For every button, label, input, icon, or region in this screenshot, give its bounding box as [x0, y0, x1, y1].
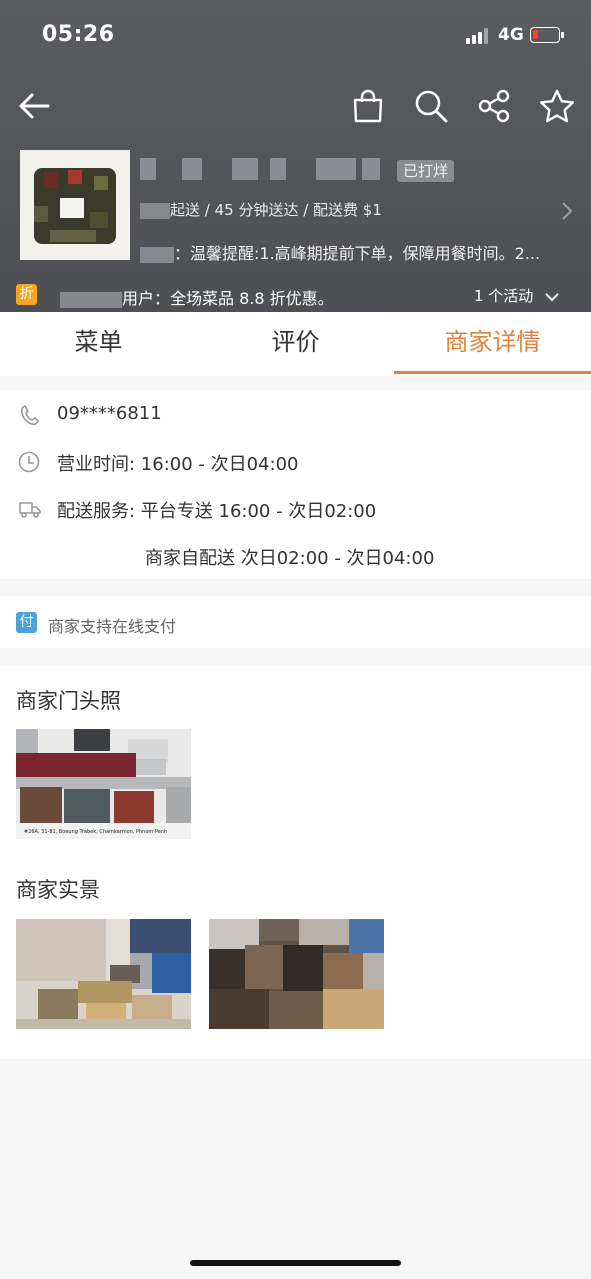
back-arrow-icon[interactable] [14, 86, 54, 126]
shop-notice[interactable]: ：温馨提醒:1.高峰期提前下单，保障用餐时间。2... [140, 240, 580, 264]
storefront-caption: #26A, 31-81, Boeung Trabek, Chamkarmon, … [24, 829, 168, 835]
tab-bar: 菜单 评价 商家详情 [0, 312, 591, 376]
star-icon[interactable] [537, 86, 577, 126]
status-time: 05:26 [42, 22, 115, 47]
shop-header: 05:26 4G 已打烊 起送 / 45 分钟送达 / 配送费 $1 ：温馨提醒… [0, 0, 591, 312]
chevron-down-icon [544, 288, 560, 306]
nav-bar [0, 78, 591, 134]
promo-text: 用户：全场菜品 8.8 折优惠。 [60, 285, 334, 309]
tab-merchant-details[interactable]: 商家详情 [394, 312, 591, 376]
share-icon[interactable] [474, 86, 514, 126]
photo-card: 商家门头照 #26A, 31-81, Boeung Trabek, Chamka… [0, 666, 591, 1059]
tab-menu[interactable]: 菜单 [0, 312, 197, 376]
storefront-photo[interactable]: #26A, 31-81, Boeung Trabek, Chamkarmon, … [16, 729, 191, 839]
tab-reviews[interactable]: 评价 [197, 312, 394, 376]
delivery-truck-icon [18, 498, 41, 520]
status-bar: 05:26 4G [0, 0, 591, 70]
merchant-info-card: 09****6811 营业时间: 16:00 - 次日04:00 配送服务: 平… [0, 390, 591, 579]
shopping-bag-icon[interactable] [348, 86, 388, 126]
payment-badge: 付 [16, 612, 37, 633]
home-indicator [190, 1260, 401, 1266]
storefront-title: 商家门头照 [16, 689, 121, 713]
payment-text: 商家支持在线支付 [48, 617, 177, 636]
signal-icon [466, 28, 492, 44]
clock-icon [18, 451, 40, 473]
hours-row: 营业时间: 16:00 - 次日04:00 [0, 448, 591, 478]
payment-card: 付 商家支持在线支付 [0, 596, 591, 648]
merchant-delivery: 商家自配送 次日02:00 - 次日04:00 [145, 548, 435, 569]
closed-badge: 已打烊 [397, 160, 455, 182]
phone-number: 09****6811 [57, 403, 162, 424]
phone-icon [18, 404, 40, 426]
promo-row[interactable]: 折 用户：全场菜品 8.8 折优惠。 1 个活动 [0, 282, 591, 308]
interior-title: 商家实景 [16, 878, 100, 902]
delivery-service: 配送服务: 平台专送 16:00 - 次日02:00 [57, 501, 377, 522]
interior-photo-2[interactable] [209, 919, 384, 1029]
delivery-service-row: 配送服务: 平台专送 16:00 - 次日02:00 [0, 495, 591, 525]
search-icon[interactable] [411, 86, 451, 126]
activity-count[interactable]: 1 个活动 [474, 285, 560, 306]
discount-badge: 折 [16, 284, 37, 305]
active-tab-indicator [394, 371, 591, 374]
shop-name-redacted [140, 158, 390, 182]
delivery-info: 起送 / 45 分钟送达 / 配送费 $1 [140, 199, 382, 220]
battery-icon [530, 27, 564, 43]
merchant-delivery-row: 商家自配送 次日02:00 - 次日04:00 [0, 542, 591, 572]
shop-logo [20, 150, 130, 260]
interior-photo-1[interactable] [16, 919, 191, 1029]
phone-row[interactable]: 09****6811 [0, 401, 591, 431]
business-hours: 营业时间: 16:00 - 次日04:00 [57, 454, 299, 475]
network-label: 4G [498, 25, 524, 45]
chevron-right-icon[interactable] [560, 200, 574, 226]
